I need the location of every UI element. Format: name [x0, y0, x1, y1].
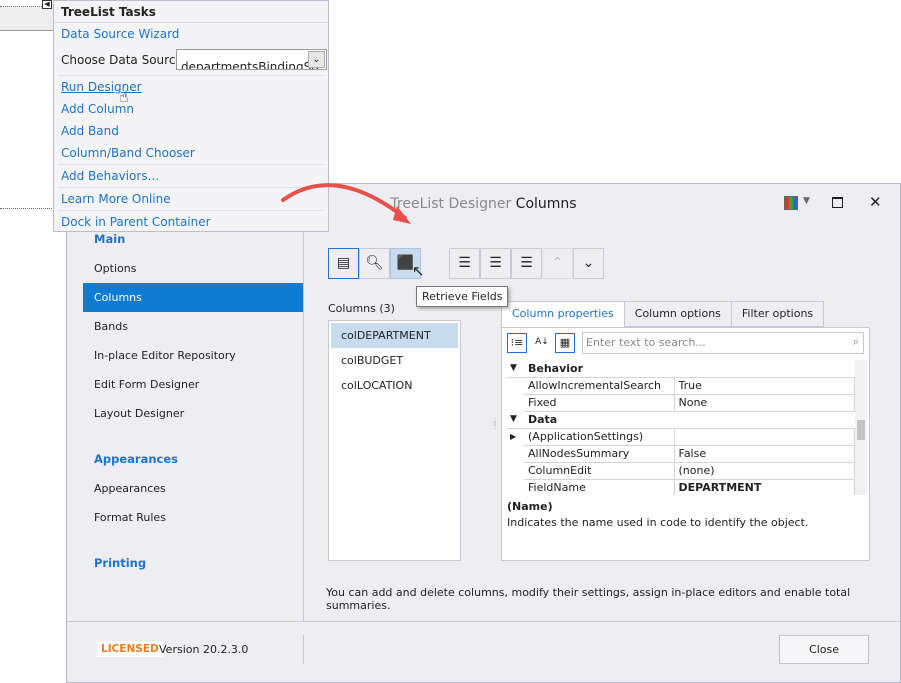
property-page: ⁝≡ A↓ ▦ Enter text to search... ⌕ ▼ Behavi… [501, 327, 870, 561]
collapse-icon[interactable]: ▼ [506, 360, 524, 378]
data-source-wizard-link[interactable]: Data Source Wizard [54, 23, 328, 45]
property-row[interactable]: Fixed None [506, 394, 855, 412]
property-grid: ▼ Behavior AllowIncrementalSearch True Fixed… [506, 360, 855, 495]
treelist-header [0, 7, 53, 31]
column-band-chooser-link[interactable]: Column/Band Chooser [54, 142, 328, 164]
search-input[interactable]: Enter text to search... ⌕ [582, 332, 864, 354]
spacer [506, 445, 524, 462]
collapse-icon[interactable]: ▼ [506, 411, 524, 429]
spacer [506, 479, 524, 495]
footer: LICENSED Version 20.2.3.0 Close [67, 621, 900, 683]
chevron-down-icon[interactable]: ⌄ [308, 51, 325, 68]
move-up-button[interactable]: ⌃ [542, 248, 573, 279]
sidebar-item-columns[interactable]: Columns [83, 283, 303, 312]
insert-column-button[interactable]: ☰ [480, 248, 511, 279]
run-designer-link[interactable]: Run Designer [54, 76, 328, 98]
tabs: Column properties Column options Filter … [501, 301, 825, 327]
search-button[interactable]: 🔍︎ [359, 248, 390, 279]
sort-az-icon[interactable]: A↓ [532, 333, 552, 353]
list-item[interactable]: colBUDGET [331, 348, 458, 373]
scrollbar-thumb[interactable] [857, 420, 865, 440]
expand-icon[interactable]: ▶ [506, 428, 524, 445]
property-row[interactable]: ▶ (ApplicationSettings) [506, 428, 855, 446]
add-band-link[interactable]: Add Band [54, 120, 328, 142]
description-title: (Name) [507, 500, 553, 513]
mouse-pointer-icon: ↖ [412, 262, 425, 280]
skin-palette-icon[interactable] [784, 196, 798, 210]
tab-column-options[interactable]: Column options [624, 301, 732, 327]
spacer [506, 377, 524, 394]
choose-data-source-row: Choose Data Source departmentsBindingSo ⌄ [54, 45, 328, 75]
spacer [506, 462, 524, 479]
sidebar-item-format-rules[interactable]: Format Rules [83, 503, 303, 532]
sidebar: Main Options Columns Bands In-place Edit… [83, 224, 303, 621]
sidebar-item-edit-form-designer[interactable]: Edit Form Designer [83, 370, 303, 399]
smart-tag-icon[interactable]: ◀ [42, 0, 52, 9]
property-row[interactable]: AllowIncrementalSearch True [506, 377, 855, 395]
sidebar-group-printing: Printing [94, 556, 147, 570]
property-row[interactable]: ColumnEdit (none) [506, 462, 855, 480]
sidebar-item-appearances[interactable]: Appearances [83, 474, 303, 503]
hand-cursor-icon: ☝ [119, 87, 129, 106]
list-item[interactable]: colDEPARTMENT [331, 323, 458, 348]
spacer [506, 394, 524, 411]
remove-column-button[interactable]: ☰ [511, 248, 542, 279]
tab-filter-options[interactable]: Filter options [731, 301, 825, 327]
add-column-link[interactable]: Add Column [54, 98, 328, 120]
tooltip: Retrieve Fields [416, 286, 509, 307]
data-source-combo[interactable]: departmentsBindingSo ⌄ [176, 49, 327, 70]
annotation-arrow [281, 183, 411, 224]
move-down-button[interactable]: ⌄ [573, 248, 604, 279]
sidebar-item-layout-designer[interactable]: Layout Designer [83, 399, 303, 428]
close-icon[interactable]: ✕ [869, 193, 882, 211]
licensed-badge: LICENSED [97, 641, 163, 657]
data-source-value: departmentsBindingSo [181, 60, 319, 70]
property-row[interactable]: AllNodesSummary False [506, 445, 855, 463]
description-text: Indicates the name used in code to ident… [507, 516, 809, 529]
chevron-down-icon[interactable]: ▼ [803, 196, 810, 206]
tab-column-properties[interactable]: Column properties [501, 301, 625, 327]
sidebar-item-editor-repository[interactable]: In-place Editor Repository [83, 341, 303, 370]
splitter[interactable]: ⋮ ⋮ [491, 418, 499, 430]
hint-text: You can add and delete columns, modify t… [326, 586, 851, 612]
designer-dialog: TreeList Designer Columns ▼ ✕ Main Optio… [66, 183, 901, 683]
tasks-title: TreeList Tasks [54, 1, 328, 23]
add-column-button[interactable]: ☰ [449, 248, 480, 279]
sidebar-item-bands[interactable]: Bands [83, 312, 303, 341]
property-pages-icon[interactable]: ▦ [555, 333, 575, 353]
columns-list: colDEPARTMENT colBUDGET colLOCATION [328, 320, 461, 561]
sidebar-group-appearances: Appearances [94, 452, 179, 466]
list-item[interactable]: colLOCATION [331, 373, 458, 398]
property-category[interactable]: ▼ Behavior [506, 360, 855, 378]
maximize-icon[interactable] [832, 197, 843, 208]
close-button[interactable]: Close [779, 635, 869, 664]
show-columns-button[interactable]: ▤ [328, 248, 359, 279]
property-row[interactable]: FieldName DEPARTMENT [506, 479, 855, 495]
categorized-icon[interactable]: ⁝≡ [507, 333, 527, 353]
choose-data-source-label: Choose Data Source [61, 53, 183, 67]
version-text: Version 20.2.3.0 [159, 643, 249, 656]
search-icon: ⌕ [852, 335, 859, 348]
scrollbar[interactable] [855, 360, 867, 495]
columns-label: Columns (3) [328, 302, 395, 315]
property-category[interactable]: ▼ Data [506, 411, 855, 429]
sidebar-item-options[interactable]: Options [83, 254, 303, 283]
content-panel: ▤ 🔍︎ ⬛ ☰ ☰ ☰ ⌃ ⌄ Retrieve Fields Columns… [303, 224, 886, 621]
